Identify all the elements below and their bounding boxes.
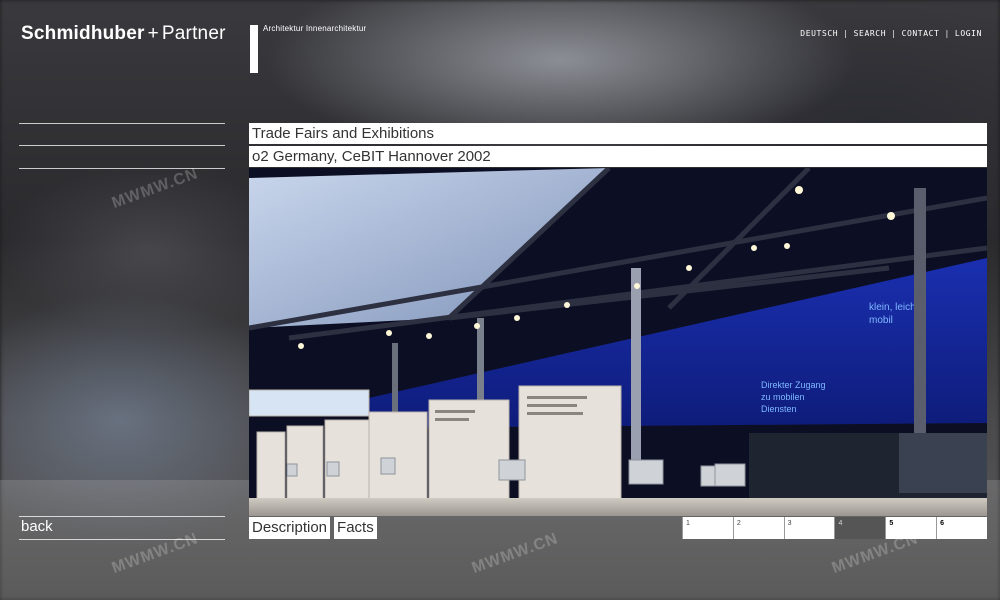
nav-separator: |	[843, 29, 849, 38]
top-navigation: DEUTSCH | SEARCH | CONTACT | LOGIN	[800, 29, 982, 38]
svg-text:klein, leicht,: klein, leicht,	[869, 302, 921, 313]
sidebar-divider	[19, 168, 225, 169]
svg-text:Diensten: Diensten	[761, 404, 797, 414]
image-pager: 1 2 3 4 5 6	[682, 517, 987, 539]
svg-text:mobil: mobil	[869, 315, 893, 326]
nav-link-search[interactable]: SEARCH	[854, 29, 887, 38]
back-link[interactable]: back	[21, 518, 53, 535]
svg-text:Direkter Zugang: Direkter Zugang	[761, 380, 826, 390]
category-title: Trade Fairs and Exhibitions	[249, 123, 987, 144]
logo-name-light: Partner	[161, 23, 226, 44]
sidebar-divider	[19, 145, 225, 146]
tab-facts[interactable]: Facts	[334, 517, 377, 539]
page-button-5[interactable]: 5	[885, 517, 937, 539]
logo-divider	[250, 25, 258, 73]
nav-link-contact[interactable]: CONTACT	[902, 29, 940, 38]
project-photo: klein, leicht, mobil Direkter Zugang zu …	[249, 168, 987, 516]
nav-separator: |	[891, 29, 897, 38]
tab-description[interactable]: Description	[249, 517, 331, 539]
svg-text:zu mobilen: zu mobilen	[761, 392, 805, 402]
page-button-1[interactable]: 1	[682, 517, 733, 539]
nav-separator: |	[944, 29, 950, 38]
page-button-4[interactable]: 4	[834, 517, 886, 539]
logo[interactable]: Schmidhuber + Partner	[21, 23, 226, 45]
nav-link-deutsch[interactable]: DEUTSCH	[800, 29, 838, 38]
logo-name-bold: Schmidhuber	[21, 23, 145, 44]
sidebar-divider	[19, 516, 225, 517]
page-button-2[interactable]: 2	[732, 517, 784, 539]
page-button-6[interactable]: 6	[936, 517, 987, 539]
sidebar-divider	[19, 539, 225, 540]
project-title: o2 Germany, CeBIT Hannover 2002	[249, 146, 987, 167]
sidebar-divider	[19, 123, 225, 124]
tagline: Architektur Innenarchitektur	[263, 24, 367, 33]
page-button-3[interactable]: 3	[783, 517, 835, 539]
nav-link-login[interactable]: LOGIN	[955, 29, 982, 38]
logo-plus: +	[147, 23, 159, 44]
